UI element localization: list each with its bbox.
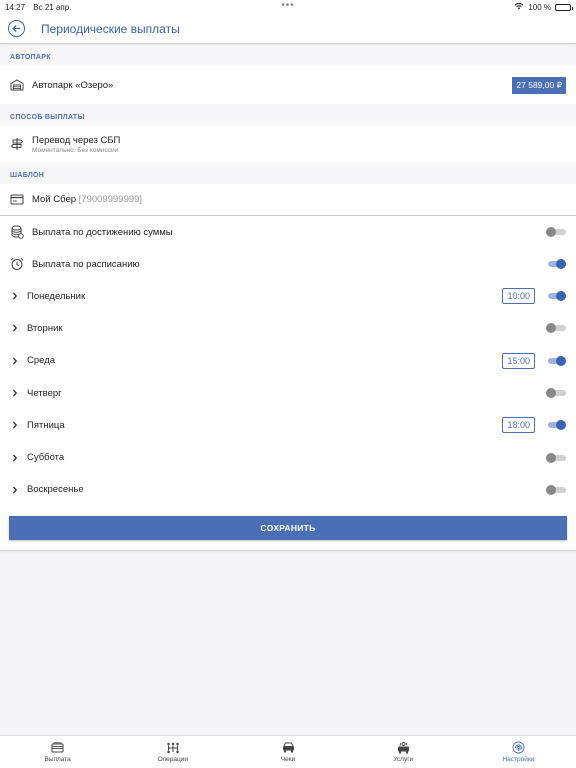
template-number: [79009999999]	[78, 194, 143, 205]
tab-payout[interactable]: Выплата	[0, 736, 115, 768]
garage-icon	[10, 78, 24, 92]
tab-label: Выплата	[44, 755, 71, 763]
by-schedule-toggle[interactable]	[546, 259, 566, 269]
by-amount-row: Выплата по достижению суммы	[0, 216, 576, 248]
day-toggle[interactable]	[546, 291, 566, 302]
services-icon	[396, 741, 410, 754]
day-label: Суббота	[27, 452, 65, 464]
chevron-right-icon[interactable]	[11, 357, 19, 365]
tab-label: Чеки	[280, 755, 296, 763]
day-row[interactable]: Суббота	[0, 441, 576, 474]
chevron-right-icon[interactable]	[11, 389, 19, 397]
day-row[interactable]: Пятница 18:00	[0, 409, 576, 442]
tab-services[interactable]: Услуги	[346, 736, 461, 768]
by-schedule-row: Выплата по расписанию	[0, 248, 576, 280]
days-list: Понедельник 10:00 Вторник Среда 15:00 Четверг…	[0, 280, 576, 507]
by-schedule-label: Выплата по расписанию	[32, 258, 140, 270]
multitask-dots[interactable]: •••	[281, 0, 295, 11]
payment-method-name: Перевод через СБП	[32, 134, 121, 146]
alarm-clock-icon	[10, 257, 24, 271]
app-header: Периодические выплаты	[0, 14, 576, 44]
save-container: СОХРАНИТЬ	[0, 506, 576, 552]
tab-label: Операции	[157, 755, 188, 763]
status-date: Вс 21 апр.	[33, 2, 72, 12]
template-row[interactable]: Мой Сбер [79009999999]	[0, 184, 576, 216]
tab-settings[interactable]: Настройки	[461, 736, 576, 768]
settings-content: АВТОПАРК Автопарк «Озеро» 27 589,00 ₽ СП…	[0, 44, 576, 552]
tab-operations[interactable]: Операции	[115, 736, 230, 768]
coins-icon	[10, 225, 24, 239]
section-label-park: АВТОПАРК	[0, 44, 576, 66]
day-label: Понедельник	[27, 290, 86, 302]
day-toggle[interactable]	[546, 355, 566, 366]
section-label-method: СПОСОБ ВЫПЛАТЫ	[0, 104, 576, 126]
by-amount-label: Выплата по достижению суммы	[32, 226, 173, 238]
chevron-right-icon[interactable]	[11, 421, 19, 429]
battery-icon	[555, 3, 573, 11]
chevron-right-icon[interactable]	[11, 292, 19, 300]
day-label: Четверг	[27, 387, 62, 399]
battery-percent: 100 %	[528, 2, 551, 12]
park-balance: 27 589,00 ₽	[512, 76, 566, 94]
chevron-right-icon[interactable]	[11, 454, 19, 462]
by-amount-toggle[interactable]	[546, 227, 566, 237]
day-row[interactable]: Вторник	[0, 312, 576, 345]
wallet-icon	[51, 742, 65, 754]
status-right: 100 %	[514, 2, 573, 12]
template-title: Мой Сбер	[32, 194, 77, 205]
day-row[interactable]: Воскресенье	[0, 473, 576, 507]
arrow-left-icon	[12, 25, 20, 32]
tab-label: Настройки	[502, 755, 535, 763]
day-row[interactable]: Четверг	[0, 376, 576, 410]
day-toggle[interactable]	[546, 323, 566, 334]
tab-receipts[interactable]: Чеки	[230, 736, 345, 768]
status-left: 14:27 Вс 21 апр.	[5, 3, 77, 12]
wifi-icon	[514, 2, 524, 12]
card-icon	[10, 193, 24, 207]
payment-method-subtitle: Моментально. Без комиссии	[32, 146, 119, 154]
tab-bar: Выплата Операции Чеки Услуги Настройки	[0, 735, 576, 768]
day-toggle[interactable]	[546, 420, 566, 431]
day-time[interactable]: 10:00	[502, 288, 535, 305]
park-row[interactable]: Автопарк «Озеро» 27 589,00 ₽	[0, 66, 576, 104]
day-label: Вторник	[27, 322, 63, 334]
section-label-template: ШАБЛОН	[0, 162, 576, 184]
receipts-icon	[281, 742, 295, 754]
park-name: Автопарк «Озеро»	[32, 79, 114, 91]
day-label: Среда	[27, 355, 56, 367]
day-time[interactable]: 18:00	[502, 417, 535, 434]
day-toggle[interactable]	[546, 484, 566, 495]
day-label: Воскресенье	[27, 484, 84, 496]
page-title: Периодические выплаты	[41, 21, 180, 36]
payment-method-row[interactable]: Перевод через СБП Моментально. Без комис…	[0, 126, 576, 162]
tab-label: Услуги	[393, 755, 414, 763]
operations-icon	[166, 742, 180, 754]
chevron-right-icon[interactable]	[11, 486, 19, 494]
day-row[interactable]: Среда 15:00	[0, 344, 576, 377]
day-toggle[interactable]	[546, 452, 566, 463]
day-toggle[interactable]	[546, 388, 566, 399]
status-time: 14:27	[5, 2, 26, 12]
status-bar: 14:27 Вс 21 апр. ••• 100 %	[0, 0, 576, 14]
back-button[interactable]	[8, 20, 25, 37]
day-time[interactable]: 15:00	[502, 352, 535, 369]
save-button[interactable]: СОХРАНИТЬ	[9, 516, 567, 541]
day-label: Пятница	[27, 419, 65, 431]
chevron-right-icon[interactable]	[11, 324, 19, 332]
template-name: Мой Сбер [79009999999]	[32, 194, 142, 205]
day-row[interactable]: Понедельник 10:00	[0, 280, 576, 313]
fingerprint-icon	[511, 741, 525, 754]
signpost-icon	[10, 137, 24, 151]
